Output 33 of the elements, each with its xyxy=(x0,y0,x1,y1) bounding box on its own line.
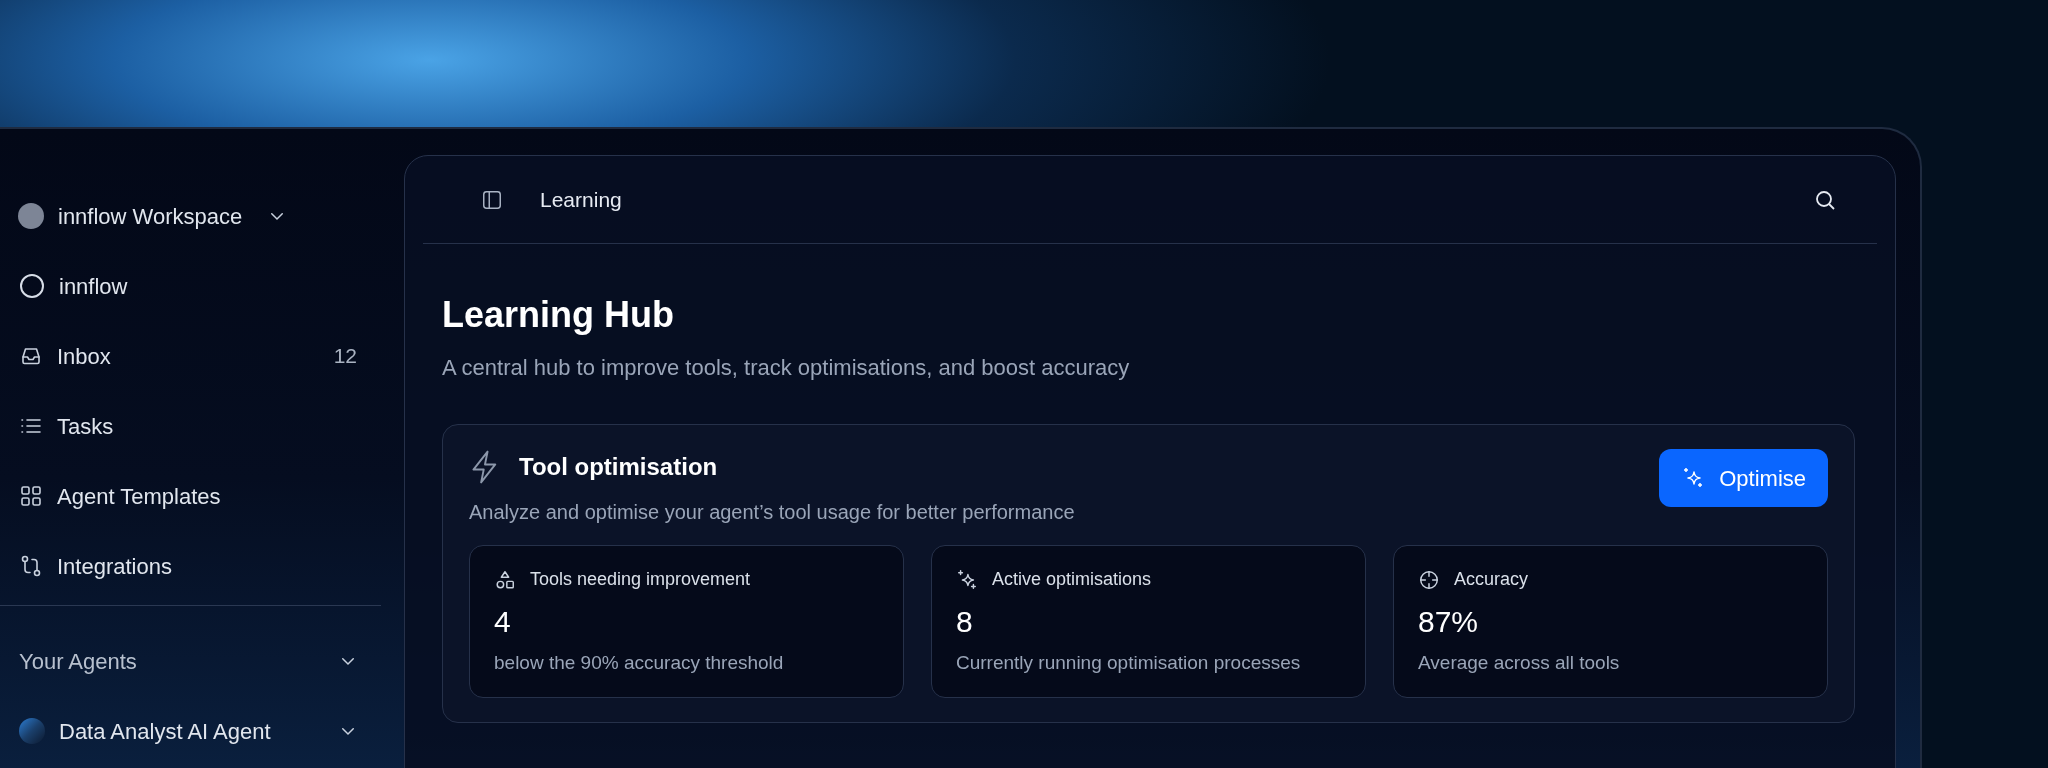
stat-label: Active optimisations xyxy=(992,568,1152,591)
shapes-icon xyxy=(494,568,516,591)
sparkles-icon xyxy=(956,568,978,591)
sidebar-item[interactable]: Agent Templates xyxy=(0,461,383,531)
stat-note: below the 90% accuracy threshold xyxy=(494,651,785,675)
stat-label: Accuracy xyxy=(1454,568,1529,591)
sidebar-item[interactable]: Inbox 12 xyxy=(0,321,383,391)
agent-avatar xyxy=(19,718,45,744)
sidebar-toggle-icon[interactable] xyxy=(481,188,503,211)
stat-note: Currently running optimisation processes xyxy=(956,651,1302,675)
stat-label: Tools needing improvement xyxy=(530,568,751,591)
circle-icon xyxy=(19,273,45,299)
page-title: Learning Hub xyxy=(442,293,675,337)
sidebar-item[interactable]: Tasks xyxy=(0,391,383,461)
workspace-avatar xyxy=(18,203,44,229)
card-title: Tool optimisation xyxy=(519,452,718,482)
agent-item[interactable]: Data Analyst AI Agent xyxy=(0,696,383,766)
git-pull-request-icon xyxy=(19,554,43,578)
card-subtitle: Analyze and optimise your agent’s tool usage for better performance xyxy=(469,500,1076,525)
unread-count: 12 xyxy=(333,343,357,370)
section-header[interactable]: Your Agents xyxy=(0,626,383,696)
stat-value: 8 xyxy=(956,607,974,637)
stat-value: 4 xyxy=(494,607,512,637)
sidebar-item[interactable]: Integrations xyxy=(0,531,383,601)
workspace-switcher[interactable]: innflow Workspace xyxy=(0,181,383,251)
stat-value: 87% xyxy=(1418,607,1480,637)
crosshair-icon xyxy=(1418,568,1440,591)
optimise-button[interactable]: Optimise xyxy=(1659,449,1828,507)
grid-icon xyxy=(19,484,43,508)
page-subtitle: A central hub to improve tools, track optimisations, and boost accuracy xyxy=(442,354,1131,382)
sidebar-item[interactable]: innflow xyxy=(0,251,383,321)
page-breadcrumb: Learning xyxy=(540,186,622,213)
stat-note: Average across all tools xyxy=(1418,651,1621,675)
